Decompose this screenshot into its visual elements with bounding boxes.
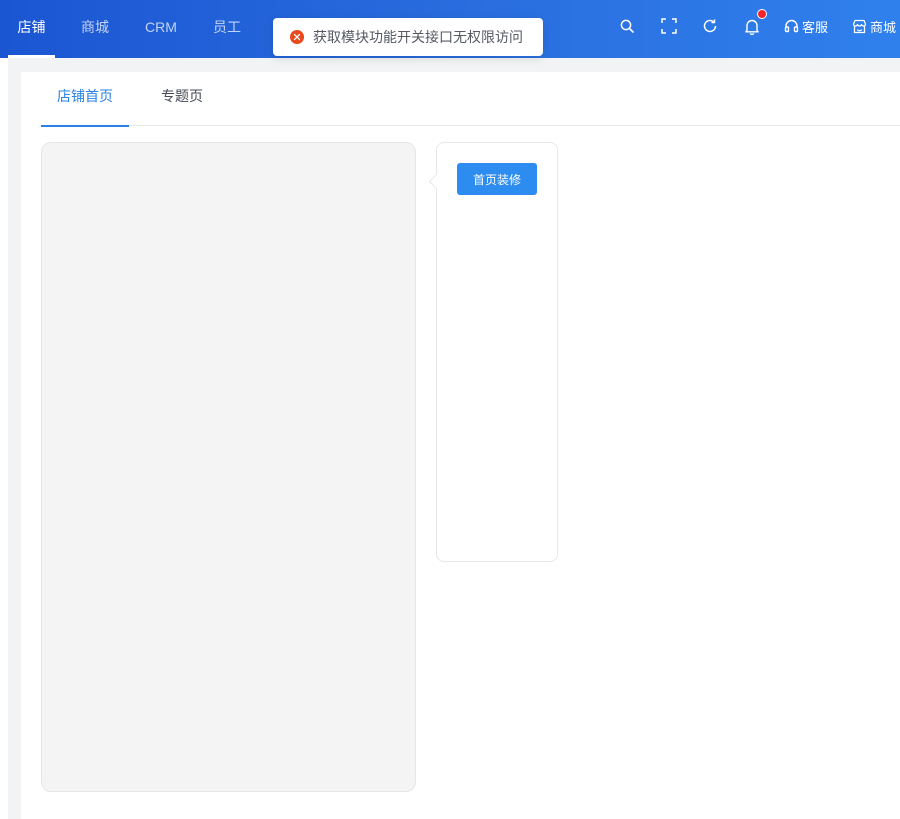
page-tabs: 店铺首页 专题页 [41,72,900,127]
nav-item-staff[interactable]: 员工 [204,0,250,58]
phone-preview[interactable] [41,142,416,792]
nav-item-mall[interactable]: 商城 [72,0,118,58]
headset-icon [784,19,799,34]
store-button[interactable]: 商城 [852,17,896,35]
customer-service-label: 客服 [802,19,829,35]
customer-service-button[interactable]: 客服 [784,17,828,35]
notification-dot [757,9,767,19]
toast-message: 获取模块功能开关接口无权限访问 [313,29,523,45]
nav-item-crm[interactable]: CRM [138,0,184,58]
home-decorate-button[interactable]: 首页装修 [457,163,537,195]
error-icon [290,30,304,44]
store-icon [852,19,867,34]
refresh-icon[interactable] [701,17,719,35]
tab-shop-home[interactable]: 店铺首页 [41,72,129,127]
left-edge [0,58,8,819]
bell-icon[interactable] [743,17,761,35]
nav-item-shop[interactable]: 店铺 [8,0,55,58]
search-icon[interactable] [618,17,636,35]
error-toast: 获取模块功能开关接口无权限访问 [273,18,543,56]
fullscreen-icon[interactable] [660,17,678,35]
tab-topic-page[interactable]: 专题页 [149,72,215,126]
side-panel [436,142,558,562]
store-label: 商城 [870,19,897,35]
